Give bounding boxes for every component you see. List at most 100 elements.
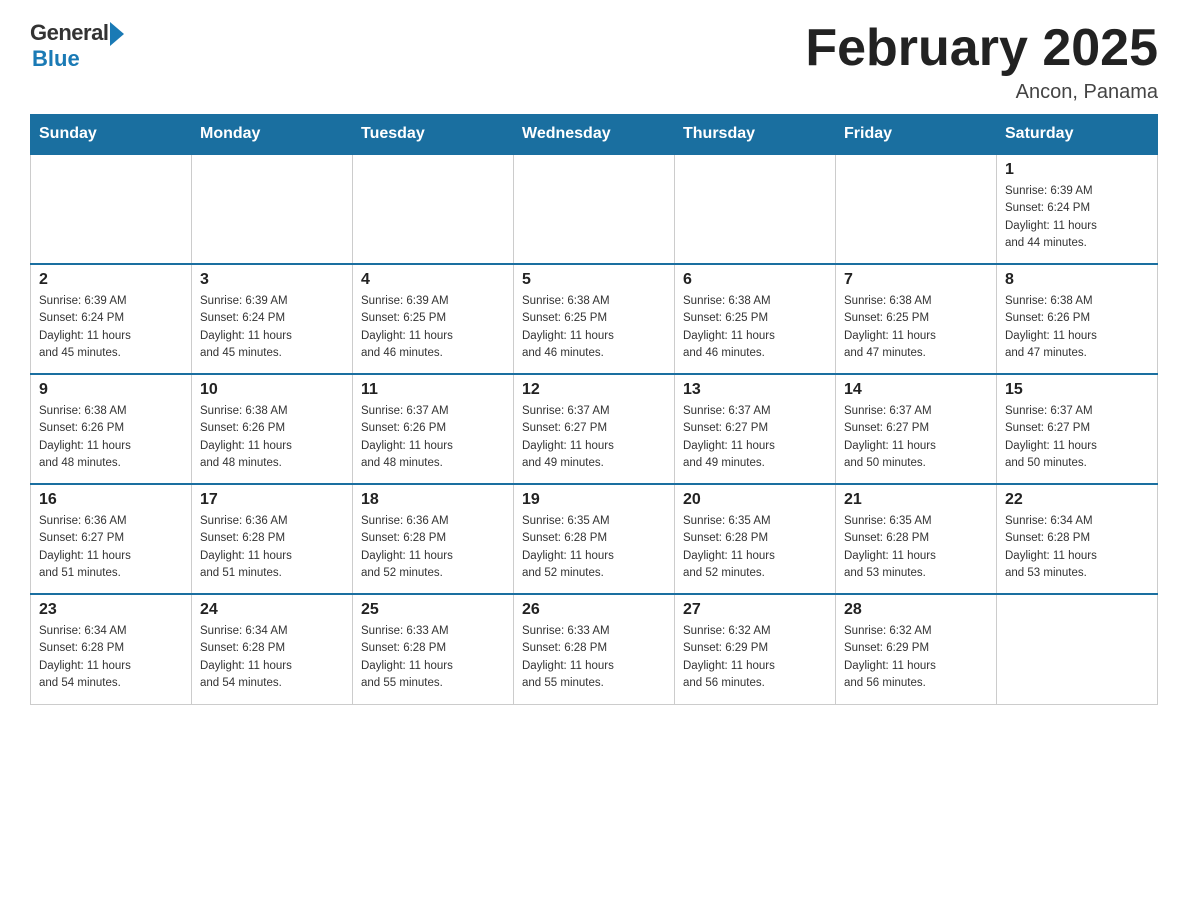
day-number: 15: [1005, 381, 1149, 399]
calendar-header-row: SundayMondayTuesdayWednesdayThursdayFrid…: [31, 115, 1158, 155]
calendar-cell: 3 Sunrise: 6:39 AMSunset: 6:24 PMDaylight…: [192, 264, 353, 374]
calendar-cell: 28 Sunrise: 6:32 AMSunset: 6:29 PMDayligh…: [836, 594, 997, 704]
day-number: 1: [1005, 161, 1149, 179]
day-number: 19: [522, 491, 666, 509]
day-info: Sunrise: 6:36 AMSunset: 6:28 PMDaylight:…: [361, 513, 505, 582]
calendar-cell: [31, 154, 192, 264]
calendar-cell: 7 Sunrise: 6:38 AMSunset: 6:25 PMDaylight…: [836, 264, 997, 374]
day-number: 9: [39, 381, 183, 399]
calendar-cell: 27 Sunrise: 6:32 AMSunset: 6:29 PMDayligh…: [675, 594, 836, 704]
day-number: 11: [361, 381, 505, 399]
day-info: Sunrise: 6:39 AMSunset: 6:25 PMDaylight:…: [361, 293, 505, 362]
day-info: Sunrise: 6:36 AMSunset: 6:28 PMDaylight:…: [200, 513, 344, 582]
day-number: 18: [361, 491, 505, 509]
day-info: Sunrise: 6:38 AMSunset: 6:25 PMDaylight:…: [844, 293, 988, 362]
day-number: 26: [522, 601, 666, 619]
month-title: February 2025: [805, 20, 1158, 77]
calendar-cell: [192, 154, 353, 264]
day-number: 13: [683, 381, 827, 399]
logo: General Blue: [30, 20, 124, 72]
calendar-table: SundayMondayTuesdayWednesdayThursdayFrid…: [30, 114, 1158, 705]
day-number: 4: [361, 271, 505, 289]
day-info: Sunrise: 6:39 AMSunset: 6:24 PMDaylight:…: [200, 293, 344, 362]
day-number: 27: [683, 601, 827, 619]
day-of-week-header: Friday: [836, 115, 997, 155]
day-info: Sunrise: 6:33 AMSunset: 6:28 PMDaylight:…: [361, 623, 505, 692]
day-info: Sunrise: 6:32 AMSunset: 6:29 PMDaylight:…: [844, 623, 988, 692]
day-info: Sunrise: 6:39 AMSunset: 6:24 PMDaylight:…: [1005, 183, 1149, 252]
calendar-cell: 20Sunrise: 6:35 AMSunset: 6:28 PMDayligh…: [675, 484, 836, 594]
day-info: Sunrise: 6:37 AMSunset: 6:27 PMDaylight:…: [844, 403, 988, 472]
calendar-cell: 18 Sunrise: 6:36 AMSunset: 6:28 PMDayligh…: [353, 484, 514, 594]
calendar-cell: 14 Sunrise: 6:37 AMSunset: 6:27 PMDayligh…: [836, 374, 997, 484]
day-info: Sunrise: 6:37 AMSunset: 6:27 PMDaylight:…: [683, 403, 827, 472]
day-info: Sunrise: 6:35 AMSunset: 6:28 PMDaylight:…: [522, 513, 666, 582]
day-info: Sunrise: 6:35 AMSunset: 6:28 PMDaylight:…: [683, 513, 827, 582]
calendar-cell: 21Sunrise: 6:35 AMSunset: 6:28 PMDayligh…: [836, 484, 997, 594]
calendar-cell: 26 Sunrise: 6:33 AMSunset: 6:28 PMDayligh…: [514, 594, 675, 704]
calendar-cell: 22Sunrise: 6:34 AMSunset: 6:28 PMDayligh…: [997, 484, 1158, 594]
day-info: Sunrise: 6:39 AMSunset: 6:24 PMDaylight:…: [39, 293, 183, 362]
day-info: Sunrise: 6:37 AMSunset: 6:27 PMDaylight:…: [1005, 403, 1149, 472]
page-header: General Blue February 2025 Ancon, Panama: [30, 20, 1158, 104]
day-info: Sunrise: 6:37 AMSunset: 6:26 PMDaylight:…: [361, 403, 505, 472]
calendar-cell: 25 Sunrise: 6:33 AMSunset: 6:28 PMDayligh…: [353, 594, 514, 704]
calendar-cell: 5 Sunrise: 6:38 AMSunset: 6:25 PMDaylight…: [514, 264, 675, 374]
day-info: Sunrise: 6:34 AMSunset: 6:28 PMDaylight:…: [39, 623, 183, 692]
logo-arrow-icon: [110, 22, 124, 46]
calendar-week-row: 1 Sunrise: 6:39 AMSunset: 6:24 PMDaylight…: [31, 154, 1158, 264]
day-of-week-header: Sunday: [31, 115, 192, 155]
calendar-cell: 13 Sunrise: 6:37 AMSunset: 6:27 PMDayligh…: [675, 374, 836, 484]
day-number: 6: [683, 271, 827, 289]
day-info: Sunrise: 6:37 AMSunset: 6:27 PMDaylight:…: [522, 403, 666, 472]
day-info: Sunrise: 6:38 AMSunset: 6:25 PMDaylight:…: [522, 293, 666, 362]
calendar-week-row: 2 Sunrise: 6:39 AMSunset: 6:24 PMDaylight…: [31, 264, 1158, 374]
logo-general-text: General: [30, 20, 108, 46]
location-text: Ancon, Panama: [805, 81, 1158, 104]
calendar-cell: [836, 154, 997, 264]
day-info: Sunrise: 6:38 AMSunset: 6:26 PMDaylight:…: [200, 403, 344, 472]
day-number: 5: [522, 271, 666, 289]
calendar-week-row: 16Sunrise: 6:36 AMSunset: 6:27 PMDayligh…: [31, 484, 1158, 594]
day-info: Sunrise: 6:34 AMSunset: 6:28 PMDaylight:…: [200, 623, 344, 692]
day-info: Sunrise: 6:38 AMSunset: 6:25 PMDaylight:…: [683, 293, 827, 362]
day-of-week-header: Monday: [192, 115, 353, 155]
calendar-cell: 9Sunrise: 6:38 AMSunset: 6:26 PMDaylight…: [31, 374, 192, 484]
logo-blue-text: Blue: [32, 46, 80, 72]
day-number: 2: [39, 271, 183, 289]
day-number: 3: [200, 271, 344, 289]
calendar-cell: 4 Sunrise: 6:39 AMSunset: 6:25 PMDaylight…: [353, 264, 514, 374]
calendar-cell: 1 Sunrise: 6:39 AMSunset: 6:24 PMDaylight…: [997, 154, 1158, 264]
day-number: 16: [39, 491, 183, 509]
day-number: 7: [844, 271, 988, 289]
day-info: Sunrise: 6:32 AMSunset: 6:29 PMDaylight:…: [683, 623, 827, 692]
calendar-cell: [997, 594, 1158, 704]
title-block: February 2025 Ancon, Panama: [805, 20, 1158, 104]
day-number: 28: [844, 601, 988, 619]
day-of-week-header: Wednesday: [514, 115, 675, 155]
day-number: 24: [200, 601, 344, 619]
calendar-cell: 23 Sunrise: 6:34 AMSunset: 6:28 PMDayligh…: [31, 594, 192, 704]
day-of-week-header: Tuesday: [353, 115, 514, 155]
calendar-cell: 6 Sunrise: 6:38 AMSunset: 6:25 PMDaylight…: [675, 264, 836, 374]
calendar-cell: 11 Sunrise: 6:37 AMSunset: 6:26 PMDayligh…: [353, 374, 514, 484]
day-number: 25: [361, 601, 505, 619]
day-number: 14: [844, 381, 988, 399]
calendar-cell: 8Sunrise: 6:38 AMSunset: 6:26 PMDaylight…: [997, 264, 1158, 374]
day-info: Sunrise: 6:35 AMSunset: 6:28 PMDaylight:…: [844, 513, 988, 582]
calendar-cell: 10 Sunrise: 6:38 AMSunset: 6:26 PMDayligh…: [192, 374, 353, 484]
day-info: Sunrise: 6:34 AMSunset: 6:28 PMDaylight:…: [1005, 513, 1149, 582]
day-of-week-header: Saturday: [997, 115, 1158, 155]
calendar-cell: [514, 154, 675, 264]
calendar-cell: 24 Sunrise: 6:34 AMSunset: 6:28 PMDayligh…: [192, 594, 353, 704]
day-number: 23: [39, 601, 183, 619]
calendar-week-row: 23 Sunrise: 6:34 AMSunset: 6:28 PMDayligh…: [31, 594, 1158, 704]
calendar-cell: 17Sunrise: 6:36 AMSunset: 6:28 PMDayligh…: [192, 484, 353, 594]
calendar-cell: 19 Sunrise: 6:35 AMSunset: 6:28 PMDayligh…: [514, 484, 675, 594]
day-number: 8: [1005, 271, 1149, 289]
day-number: 12: [522, 381, 666, 399]
day-info: Sunrise: 6:33 AMSunset: 6:28 PMDaylight:…: [522, 623, 666, 692]
day-number: 10: [200, 381, 344, 399]
calendar-cell: 12 Sunrise: 6:37 AMSunset: 6:27 PMDayligh…: [514, 374, 675, 484]
day-of-week-header: Thursday: [675, 115, 836, 155]
